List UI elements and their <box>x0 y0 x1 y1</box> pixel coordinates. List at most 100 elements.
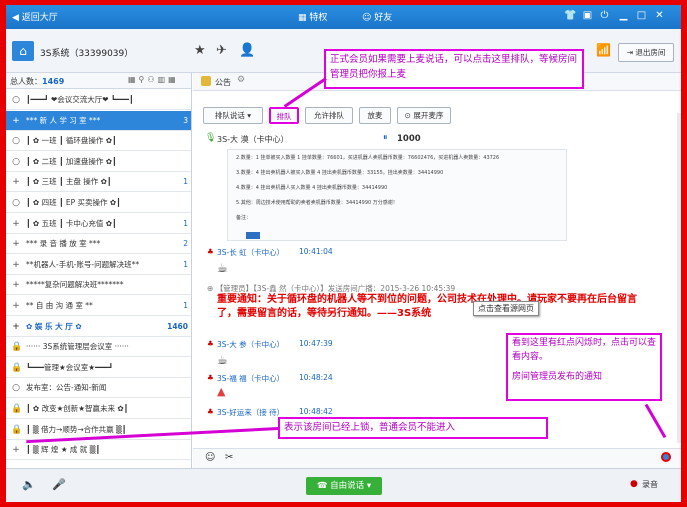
room-icon[interactable]: ○ <box>11 193 21 212</box>
channel-name: ┃ ✿ 四班 ┃ EP 买卖操作 ✿┃ <box>26 198 121 207</box>
channel-row[interactable]: + *****复杂问题解决班******* <box>6 275 191 296</box>
expand-icon[interactable]: + <box>11 317 21 336</box>
announcement-tab[interactable]: 公告 <box>215 77 231 88</box>
channel-row[interactable]: 🔒 ┃ ✿ 改变★创新★智赢未来 ✿┃ <box>6 399 191 419</box>
free-speak-label: 自由说话 <box>330 481 365 491</box>
notice-dot-icon[interactable] <box>661 452 671 462</box>
channel-row[interactable]: 🔒 ······ 3S系统管理层会议室 ······ <box>6 337 191 358</box>
expand-icon[interactable]: + <box>11 275 21 294</box>
channel-row[interactable]: ○ 发布室：公告-通知-新闻 <box>6 378 191 399</box>
message-time: 10:47:39 <box>299 339 333 348</box>
message-time: 10:41:04 <box>299 247 333 256</box>
list-tools-icon[interactable]: ▦⚲⚇▥▦ <box>128 75 179 84</box>
channel-name: ┃ ✿ 二班 ┃ 加速盘操作 ✿┃ <box>26 156 117 166</box>
expand-icon[interactable]: + <box>11 172 21 191</box>
channel-row[interactable]: + *** 录 音 播 放 室 *** 2 <box>6 234 191 255</box>
settings-icon[interactable]: ⚙ <box>237 75 245 85</box>
channel-name: *** 录 音 播 放 室 *** <box>26 239 101 249</box>
lock-icon[interactable]: 🔒 <box>11 358 22 377</box>
close-icon[interactable]: ✕ <box>653 9 666 22</box>
queue-mode-select[interactable]: 排队说话 ▾ <box>203 107 263 124</box>
channel-name: *****复杂问题解决班******* <box>26 280 124 290</box>
allow-queue-button[interactable]: 允许排队 <box>305 107 353 124</box>
speaker-icon[interactable]: 🔈 <box>22 478 36 491</box>
doc-button-icon <box>246 232 260 239</box>
main-panel: 公告 ⚙ 排队说话 ▾ 排队 允许排队 放麦 ⊙ 展开麦序 🎙 3S-大 漠（卡… <box>193 73 681 468</box>
coffee-icon: ☕ <box>217 261 228 275</box>
channel-row[interactable]: + *** 新 人 学 习 室 *** 3 <box>6 110 191 131</box>
message-sender: 3S-福 福（卡中心） <box>217 374 285 383</box>
channel-name: **机器人-手机-账号-问题解决班** <box>26 259 140 269</box>
channel-row[interactable]: + **机器人-手机-账号-问题解决班** 1 <box>6 255 191 275</box>
lock-icon[interactable]: 🔒 <box>11 420 22 439</box>
view-source-tooltip[interactable]: 点击查看源网页 <box>473 301 539 316</box>
channel-count: 1460 <box>167 321 188 331</box>
user-icon: ♣ <box>207 373 214 382</box>
expand-icon[interactable]: + <box>11 255 21 274</box>
expand-mic-queue-button[interactable]: ⊙ 展开麦序 <box>397 107 451 124</box>
channel-row[interactable]: + ** 自 由 沟 通 室 ** 1 <box>6 296 191 316</box>
star-icon[interactable]: ★ <box>194 43 206 58</box>
channel-row[interactable]: + ┃ ✿ 三班 ┃ 主盘 操作 ✿┃ 1 <box>6 172 191 193</box>
room-icon[interactable]: ○ <box>11 90 21 109</box>
channel-row[interactable]: ○ ┃ ✿ 一班 ┃ 循环盘操作 ✿┃ <box>6 131 191 152</box>
shirt-icon[interactable]: 👕 <box>564 9 577 22</box>
user-icon: ♣ <box>207 339 214 348</box>
back-to-lobby-button[interactable]: ◀ 返回大厅 <box>12 10 58 23</box>
expand-icon[interactable]: + <box>11 440 21 459</box>
wifi-icon: 📶 <box>596 43 611 57</box>
notice-annotation-text: 看到这里有红点闪烁时，点击可以查看内容。 <box>512 338 657 362</box>
lock-icon[interactable]: 🔒 <box>11 337 22 356</box>
room-icon[interactable]: ○ <box>11 152 21 171</box>
total-users: 总人数：1469 <box>10 76 64 87</box>
pause-icon[interactable]: ⏸ <box>383 133 388 143</box>
menu-icon[interactable]: ▣ <box>581 9 594 22</box>
chat-scrollbar[interactable] <box>677 113 681 443</box>
channel-row[interactable]: ○ ┃━━━┛ ❤会议交流大厅❤ ┗━━━┃ <box>6 90 191 110</box>
queue-button[interactable]: 排队 <box>269 107 299 124</box>
channel-row[interactable]: 🔒 ┗━━━管理★会议室★━━━┛ <box>6 358 191 378</box>
maximize-icon[interactable]: □ <box>635 9 648 22</box>
current-speaker: 3S-大 漠（卡中心） <box>217 135 289 144</box>
room-icon[interactable]: ○ <box>11 131 21 150</box>
plane-icon[interactable]: ✈ <box>216 43 227 58</box>
channel-row[interactable]: ○ ┃ ✿ 四班 ┃ EP 买卖操作 ✿┃ <box>6 193 191 213</box>
channel-row[interactable]: + ✿ 娱 乐 大 厅 ✿ 1460 <box>6 317 191 337</box>
mic-mute-icon[interactable]: 🎤 <box>52 478 66 491</box>
document-line: 2.数量：1 挂单被买入数量 1 挂单数量：76601，买进机器人卖机器币数量：… <box>236 155 500 161</box>
queue-annotation: 正式会员如果需要上麦说话，可以点击这里排队，等候房间管理员把你报上麦 <box>324 49 584 89</box>
channel-name: ┃ ▒ 辉 煌 ★ 成 就 ▒┃ <box>26 445 100 455</box>
record-label[interactable]: 录音 <box>642 479 658 490</box>
locked-room-annotation: 表示该房间已经上锁，普通会员不能进入 <box>278 417 548 439</box>
free-speak-button[interactable]: ☎ 自由说话 ▾ <box>306 477 382 495</box>
channel-row[interactable]: + ┃ ✿ 五班 ┃ 卡中心充值 ✿┃ 1 <box>6 214 191 234</box>
expand-icon[interactable]: + <box>11 296 21 315</box>
channel-row[interactable]: ○ ┃ ✿ 二班 ┃ 加速盘操作 ✿┃ <box>6 152 191 172</box>
minimize-icon[interactable]: ▁ <box>617 9 630 22</box>
friends-tab[interactable]: ☺ 好友 <box>362 10 392 23</box>
channel-name: ✿ 娱 乐 大 厅 ✿ <box>26 321 82 331</box>
lock-icon[interactable]: 🔒 <box>11 399 22 418</box>
notice-annotation: 看到这里有红点闪烁时，点击可以查看内容。 房间管理员发布的通知 <box>506 333 662 401</box>
input-toolbar: ☺ ✂ <box>193 448 681 468</box>
notice-annotation-subtext: 房间管理员发布的通知 <box>512 372 603 382</box>
privilege-tab[interactable]: ▦ 特权 <box>298 10 327 23</box>
exit-room-button[interactable]: ⇥ 退出房间 <box>618 43 674 62</box>
expand-icon[interactable]: + <box>11 234 21 253</box>
broadcast-text: 重要通知：关于循环盘的机器人等不到位的问题，公司技术在处理中。请玩家不要再在后台… <box>217 294 637 319</box>
document-line: 4.数量：4 挂出卖机器人买入数量 4 挂出卖机器币数量：34414990 <box>236 185 388 191</box>
channel-list-header: 总人数：1469 ▦⚲⚇▥▦ <box>6 73 191 89</box>
expand-icon[interactable]: + <box>11 111 21 130</box>
scissors-icon[interactable]: ✂ <box>225 452 233 463</box>
record-icon[interactable]: ● <box>630 479 638 489</box>
release-mic-button[interactable]: 放麦 <box>359 107 391 124</box>
expand-icon[interactable]: + <box>11 214 21 233</box>
add-user-icon[interactable]: 👤 <box>239 43 255 58</box>
channel-name: ┃ ✿ 三班 ┃ 主盘 操作 ✿┃ <box>26 177 112 187</box>
channel-count: 1 <box>183 177 188 187</box>
room-icon[interactable]: ○ <box>11 378 21 397</box>
emoji-icon[interactable]: ☺ <box>205 452 215 463</box>
power-icon[interactable]: ⏻ <box>598 9 611 22</box>
channel-row[interactable]: + ┃ ▒ 辉 煌 ★ 成 就 ▒┃ <box>6 440 191 461</box>
home-icon: ⌂ <box>12 41 34 61</box>
